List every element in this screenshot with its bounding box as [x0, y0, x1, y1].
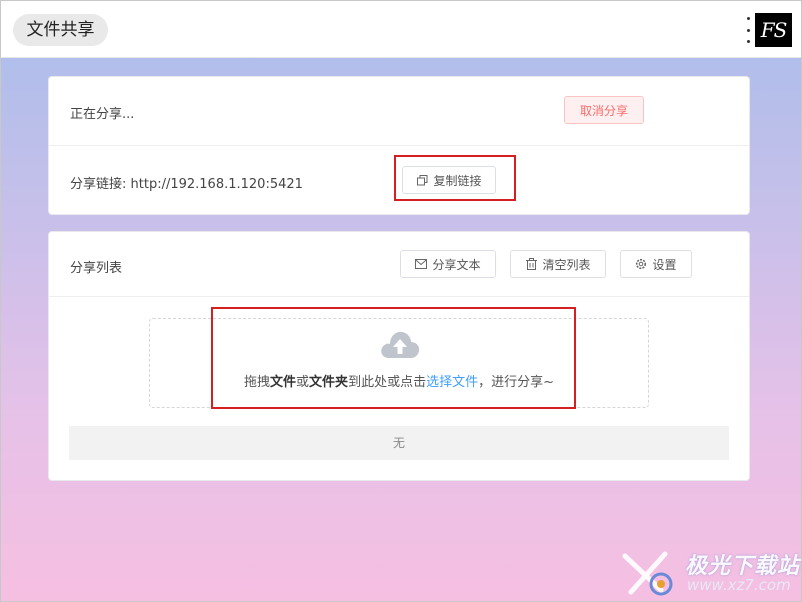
drop-files-word: 文件	[270, 375, 297, 390]
share-status-row: 正在分享... 取消分享	[49, 77, 749, 146]
drop-prefix: 拖拽	[244, 375, 271, 390]
share-text-label: 分享文本	[432, 257, 481, 272]
app-title: 文件共享	[13, 14, 108, 46]
mail-icon	[415, 258, 428, 270]
more-menu-icon[interactable]	[743, 17, 753, 43]
share-link-row: 分享链接: http://192.168.1.120:5421 复制链接	[49, 146, 749, 215]
site-watermark: 极光下载站 www.xz7.com	[621, 546, 801, 601]
share-status-card: 正在分享... 取消分享 分享链接: http://192.168.1.120:…	[48, 76, 750, 215]
drop-or: 或	[296, 375, 310, 390]
copy-link-label: 复制链接	[433, 173, 482, 188]
gear-icon	[635, 258, 647, 270]
share-link-text: 分享链接: http://192.168.1.120:5421	[70, 177, 303, 192]
cloud-upload-icon	[379, 328, 421, 364]
app-window: 文件共享 FS 正在分享... 取消分享 分享链接: http://192.16…	[0, 0, 802, 602]
clear-list-button[interactable]: 清空列表	[510, 250, 606, 278]
clear-list-label: 清空列表	[542, 257, 591, 272]
watermark-logo-icon	[622, 551, 673, 596]
settings-label: 设置	[652, 257, 677, 272]
file-dropzone[interactable]: 拖拽文件或文件夹到此处或点击选择文件，进行分享~	[149, 318, 649, 408]
empty-list-placeholder: 无	[69, 426, 729, 460]
drop-middle: 到此处或点击	[348, 375, 427, 390]
copy-link-button[interactable]: 复制链接	[402, 166, 496, 194]
drop-suffix: ，进行分享~	[478, 375, 554, 390]
cancel-share-label: 取消分享	[579, 103, 628, 118]
share-status-text: 正在分享...	[70, 107, 135, 122]
trash-icon	[525, 258, 537, 270]
settings-button[interactable]: 设置	[620, 250, 692, 278]
share-text-button[interactable]: 分享文本	[400, 250, 496, 278]
watermark-url: www.xz7.com	[687, 576, 791, 594]
share-list-header: 分享列表 分享文本 清空列表 设置	[49, 232, 749, 297]
select-file-link[interactable]: 选择文件	[426, 375, 478, 390]
drop-folder-word: 文件夹	[309, 375, 349, 390]
copy-icon	[416, 174, 428, 186]
share-list-title: 分享列表	[70, 261, 123, 276]
share-list-card: 分享列表 分享文本 清空列表 设置 拖拽文件或文件夹到此处或点击选择文件，进行分…	[48, 231, 750, 481]
title-bar: 文件共享 FS	[1, 1, 801, 58]
dropzone-instruction: 拖拽文件或文件夹到此处或点击选择文件，进行分享~	[150, 371, 648, 390]
app-logo: FS	[755, 13, 792, 47]
cancel-share-button[interactable]: 取消分享	[564, 96, 644, 124]
